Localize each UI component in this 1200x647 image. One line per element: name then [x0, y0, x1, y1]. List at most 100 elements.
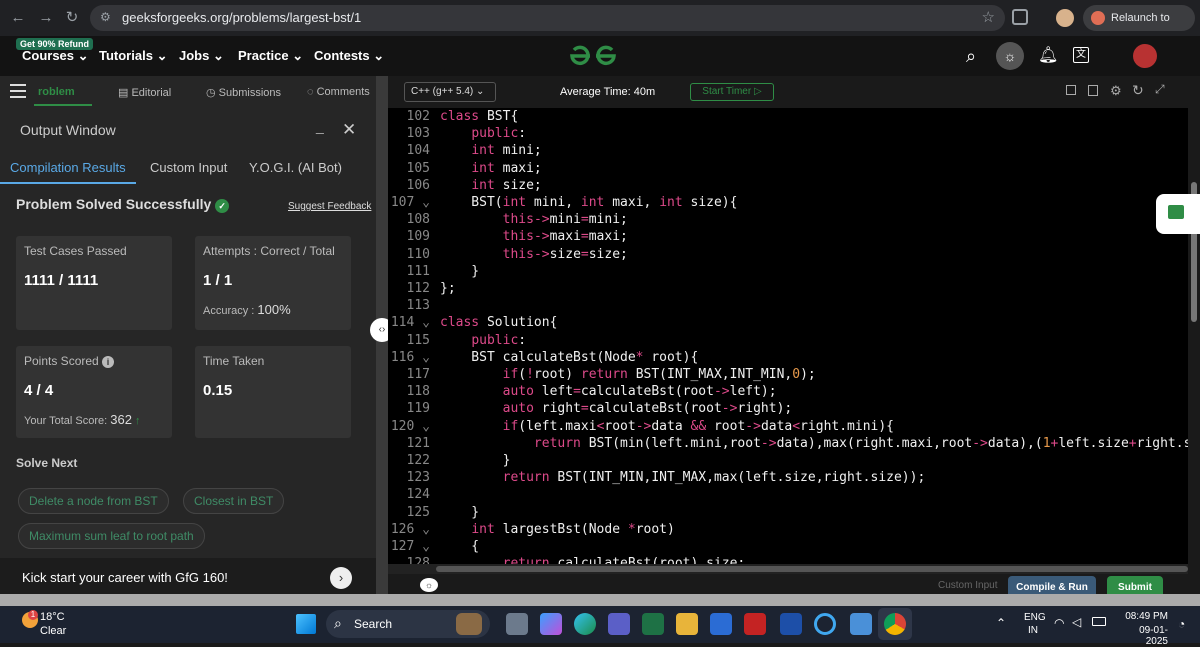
page-horizontal-scrollbar[interactable]	[0, 594, 1200, 606]
relaunch-button[interactable]: Relaunch to update	[1083, 5, 1195, 50]
theme-toggle-icon[interactable]: ☼	[996, 42, 1024, 70]
tab-compilation-results[interactable]: Compilation Results	[10, 160, 126, 175]
task-view-icon[interactable]	[506, 613, 528, 635]
career-banner[interactable]: Kick start your career with GfG 160! ›	[0, 558, 376, 594]
tab-submissions[interactable]: ◷ Submissions	[206, 86, 281, 99]
language-select[interactable]: C++ (g++ 5.4) ⌄	[404, 82, 496, 102]
upload-icon[interactable]	[1088, 85, 1098, 96]
store-icon[interactable]	[850, 613, 872, 635]
code-line[interactable]: };	[440, 281, 456, 296]
minimize-icon[interactable]: _	[316, 118, 324, 134]
code-line[interactable]: BST(int mini, int maxi, int size){	[440, 195, 737, 210]
lang-top[interactable]: ENG	[1024, 612, 1046, 623]
bookmark-star-icon[interactable]: ☆	[982, 8, 995, 26]
gfg-logo[interactable]	[568, 44, 618, 68]
editor-horizontal-scrollbar[interactable]	[388, 564, 1188, 574]
editor-vertical-scrollbar[interactable]	[1188, 108, 1200, 570]
chevron-right-icon[interactable]: ›	[330, 567, 352, 589]
word-icon[interactable]	[710, 613, 732, 635]
search-icon[interactable]: ⌕	[966, 46, 976, 67]
teams-icon[interactable]	[608, 613, 630, 635]
excel-icon[interactable]	[642, 613, 664, 635]
code-line[interactable]: int maxi;	[440, 161, 541, 176]
clock-date[interactable]: 09-01-2025	[1118, 625, 1168, 647]
panel-splitter[interactable]: ‹›	[370, 76, 394, 594]
taskbar-search[interactable]: ⌕ Search	[326, 610, 490, 638]
nav-contests[interactable]: Contests ⌄	[314, 48, 384, 64]
info-icon[interactable]: i	[102, 356, 115, 368]
notifications-icon[interactable]: ◔	[1178, 617, 1185, 631]
battery-icon[interactable]	[1092, 617, 1106, 626]
code-line[interactable]: int size;	[440, 178, 541, 193]
code-line[interactable]: int largestBst(Node *root)	[440, 522, 675, 537]
edge-icon[interactable]	[574, 613, 596, 635]
code-line[interactable]: int mini;	[440, 143, 541, 158]
code-line[interactable]: return BST(INT_MIN,INT_MAX,max(left.size…	[440, 470, 926, 485]
code-line[interactable]: }	[440, 505, 479, 520]
chat-widget[interactable]	[1156, 194, 1200, 234]
address-bar[interactable]: ⚙ geeksforgeeks.org/problems/largest-bst…	[90, 5, 1005, 31]
forward-icon[interactable]: →	[36, 8, 56, 28]
code-line[interactable]: }	[440, 453, 511, 468]
lightbulb-icon[interactable]: ☼	[420, 578, 438, 592]
tab-problem[interactable]: roblem	[38, 86, 75, 98]
code-line[interactable]: class Solution{	[440, 315, 557, 330]
chevron-up-icon[interactable]: ⌃	[996, 616, 1006, 630]
wifi-icon[interactable]: ◠	[1054, 616, 1064, 630]
nav-practice[interactable]: Practice ⌄	[238, 48, 303, 64]
translate-icon[interactable]: 文	[1073, 47, 1089, 63]
close-icon[interactable]: ✕	[342, 120, 356, 140]
lenovo-icon[interactable]	[780, 613, 802, 635]
code-line[interactable]: public:	[440, 333, 526, 348]
site-info-icon[interactable]: ⚙	[100, 10, 111, 24]
code-line[interactable]: auto left=calculateBst(root->left);	[440, 384, 777, 399]
cortana-icon[interactable]	[814, 613, 836, 635]
reload-icon[interactable]: ↻	[62, 8, 82, 28]
scrollbar-thumb[interactable]	[436, 566, 1188, 572]
tab-yogi-ai-bot[interactable]: Y.O.G.I. (AI Bot)	[249, 160, 342, 175]
notification-bell-icon[interactable]: 🔔︎	[1038, 45, 1058, 65]
code-editor[interactable]: 102 103 104 105 106 107 ⌄ 108 109 110 111…	[388, 108, 1188, 570]
solve-next-chip[interactable]: Delete a node from BST	[18, 488, 169, 514]
code-line[interactable]: class BST{	[440, 109, 518, 124]
volume-icon[interactable]: ◁	[1072, 615, 1081, 629]
code-line[interactable]: auto right=calculateBst(root->right);	[440, 401, 793, 416]
copy-icon[interactable]	[1066, 85, 1076, 95]
extensions-icon[interactable]	[1012, 9, 1028, 25]
code-line[interactable]: public:	[440, 126, 526, 141]
solve-next-chip[interactable]: Maximum sum leaf to root path	[18, 523, 205, 549]
code-line[interactable]: if(left.maxi<root->data && root->data<ri…	[440, 419, 894, 434]
code-line[interactable]: }	[440, 264, 479, 279]
tab-editorial[interactable]: ▤ Editorial	[118, 86, 171, 99]
windows-start-icon[interactable]	[296, 614, 316, 634]
menu-icon[interactable]	[10, 84, 26, 86]
nav-jobs[interactable]: Jobs ⌄	[179, 48, 224, 64]
back-icon[interactable]: ←	[8, 8, 28, 28]
profile-avatar[interactable]	[1056, 9, 1074, 27]
code-line[interactable]: this->mini=mini;	[440, 212, 628, 227]
user-avatar[interactable]	[1133, 44, 1157, 68]
code-line[interactable]: this->size=size;	[440, 247, 628, 262]
solve-next-chip[interactable]: Closest in BST	[183, 488, 285, 514]
suggest-feedback-link[interactable]: Suggest Feedback	[288, 201, 371, 212]
nav-courses[interactable]: Courses ⌄	[22, 48, 89, 64]
code-line[interactable]: this->maxi=maxi;	[440, 229, 628, 244]
mcafee-icon[interactable]	[744, 613, 766, 635]
tab-comments[interactable]: ◌ Comments	[307, 86, 370, 98]
code-line[interactable]: if(!root) return BST(INT_MAX,INT_MIN,0);	[440, 367, 816, 382]
lang-bottom[interactable]: IN	[1028, 625, 1038, 636]
start-timer-button[interactable]: Start Timer ▷	[690, 83, 774, 101]
code-line[interactable]: BST calculateBst(Node* root){	[440, 350, 698, 365]
code-line[interactable]: {	[440, 539, 479, 554]
settings-icon[interactable]: ⚙	[1110, 83, 1122, 99]
file-explorer-icon[interactable]	[676, 613, 698, 635]
chrome-taskbar-item[interactable]	[878, 608, 912, 640]
custom-input-button[interactable]: Custom Input	[938, 580, 997, 591]
copilot-icon[interactable]	[540, 613, 562, 635]
tab-custom-input[interactable]: Custom Input	[150, 160, 227, 175]
reset-icon[interactable]: ↻	[1132, 82, 1144, 99]
nav-tutorials[interactable]: Tutorials ⌄	[99, 48, 167, 64]
code-line[interactable]: return BST(min(left.mini,root->data),max…	[440, 436, 1188, 451]
clock-time[interactable]: 08:49 PM	[1122, 611, 1168, 622]
fullscreen-icon[interactable]: ⤢	[1155, 82, 1165, 97]
